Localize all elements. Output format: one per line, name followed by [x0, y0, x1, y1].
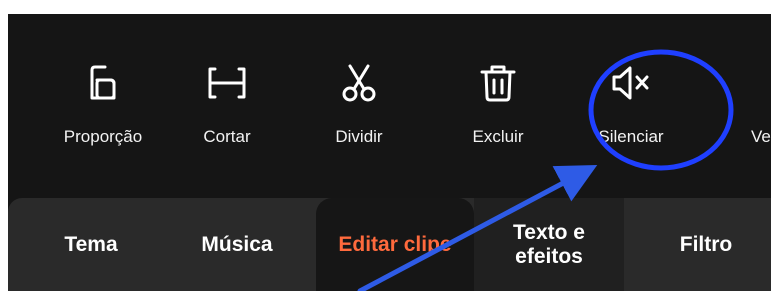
tool-button-excluir[interactable]: Excluir: [443, 50, 553, 170]
tab-label-musica: Música: [201, 232, 273, 256]
tool-button-cortar[interactable]: Cortar: [172, 50, 282, 170]
trash-icon: [480, 65, 516, 102]
tool-row: Proporção Cortar Dividir Excluir Silenci…: [8, 50, 771, 170]
tool-button-proporcao[interactable]: Proporção: [48, 50, 158, 170]
tab-editar-clipe[interactable]: Editar clipe: [316, 198, 474, 291]
tool-label-ve: Ve: [751, 127, 771, 146]
screen: Proporção Cortar Dividir Excluir Silenci…: [0, 0, 771, 291]
tab-tema[interactable]: Tema: [46, 198, 136, 291]
crop-brackets-icon: [208, 67, 246, 99]
tool-label-excluir: Excluir: [472, 127, 524, 146]
aspect-ratio-icon: [90, 65, 116, 100]
mute-speaker-icon: [612, 66, 649, 100]
tab-label-tema: Tema: [64, 232, 118, 256]
tool-label-silenciar: Silenciar: [598, 127, 664, 146]
tool-label-dividir: Dividir: [335, 127, 383, 146]
tool-button-dividir[interactable]: Dividir: [304, 50, 414, 170]
tab-label-filtro: Filtro: [679, 232, 733, 256]
tab-musica[interactable]: Música: [182, 198, 292, 291]
tool-button-ve-partial[interactable]: Ve: [733, 50, 771, 170]
tool-label-proporcao: Proporção: [63, 127, 143, 146]
scissors-icon: [342, 64, 376, 102]
tab-label-editar-clipe: Editar clipe: [338, 232, 452, 256]
tool-button-silenciar[interactable]: Silenciar: [576, 50, 686, 170]
tab-filtro[interactable]: Filtro: [656, 198, 756, 291]
bottom-tab-bar: Tema Música Editar clipe Texto e efeitos…: [8, 198, 771, 291]
tool-label-cortar: Cortar: [203, 127, 251, 146]
tab-texto-efeitos[interactable]: Texto e efeitos: [474, 198, 624, 291]
editor-tools-panel: Proporção Cortar Dividir Excluir Silenci…: [8, 14, 771, 291]
tab-label-texto-efeitos: Texto e efeitos: [513, 220, 585, 268]
